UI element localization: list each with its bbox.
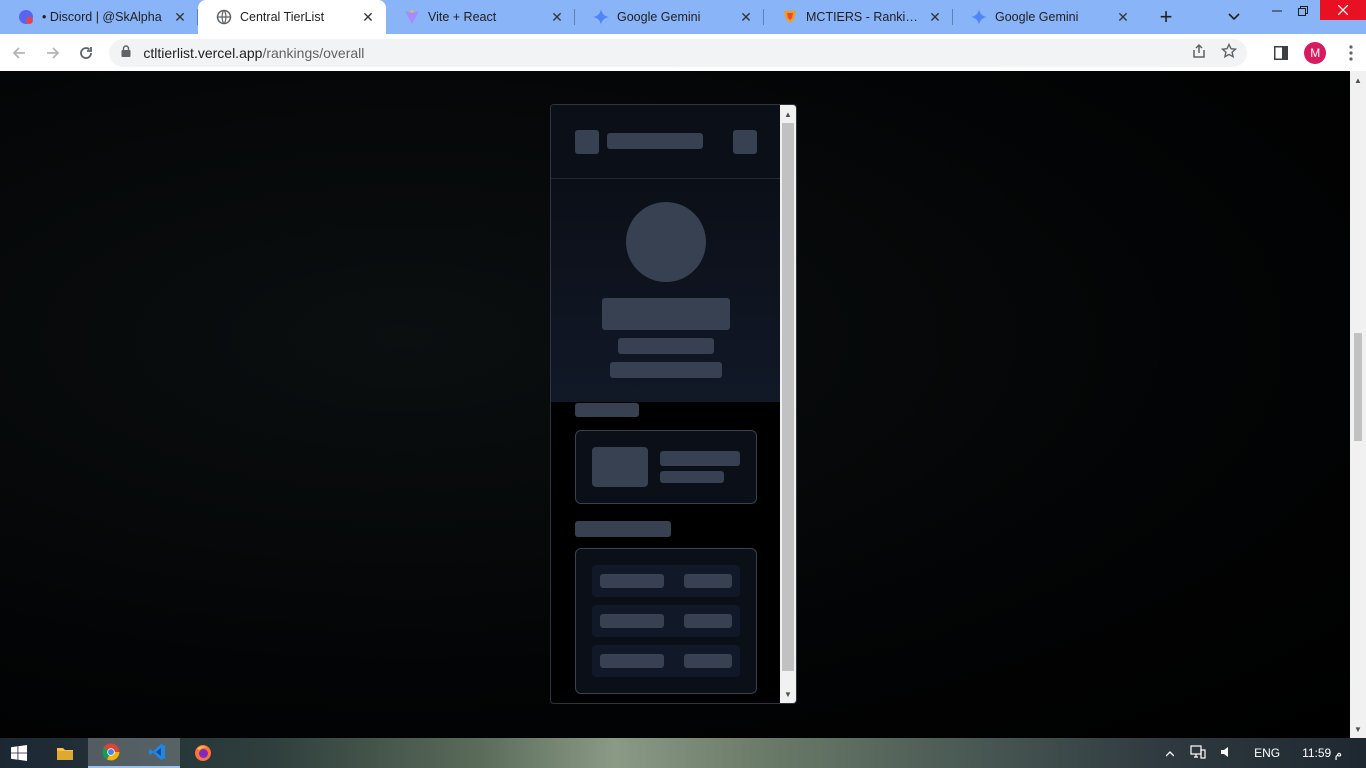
url-host: ctltierlist.vercel.app [143, 44, 263, 61]
share-icon[interactable] [1191, 43, 1207, 63]
address-bar[interactable]: ctltierlist.vercel.app/rankings/overall [109, 38, 1247, 67]
show-hidden-icons-icon[interactable] [1165, 746, 1175, 760]
skeleton-section-label [575, 521, 671, 537]
frame-scrollbar-thumb[interactable] [782, 123, 794, 671]
skeleton-card [575, 430, 757, 504]
skeleton-list-card [575, 548, 757, 694]
skeleton-subtitle [618, 338, 714, 354]
network-icon[interactable] [1190, 744, 1206, 762]
reload-button[interactable] [72, 38, 102, 68]
volume-icon[interactable] [1220, 745, 1234, 762]
vscode-taskbar-icon[interactable] [134, 738, 180, 768]
profile-avatar[interactable]: M [1304, 41, 1327, 64]
tab-title: Central TierList [240, 10, 325, 24]
new-tab-button[interactable]: + [1151, 0, 1181, 34]
close-tab-icon[interactable]: ✕ [172, 9, 188, 26]
back-arrow-icon [12, 46, 25, 59]
page-scrollbar-thumb[interactable] [1354, 333, 1362, 441]
skeleton-thumbnail [592, 447, 648, 487]
page-scrollbar[interactable]: ▲ ▼ [1350, 71, 1366, 738]
gemini-icon [971, 9, 987, 25]
tab-title: Google Gemini [617, 10, 701, 24]
scroll-down-arrow-icon[interactable]: ▼ [780, 687, 796, 701]
skeleton-line [660, 451, 740, 466]
restore-button[interactable] [1290, 0, 1316, 22]
minimize-button[interactable] [1264, 0, 1290, 22]
reload-icon [80, 46, 93, 59]
tab-title: Google Gemini [995, 10, 1079, 24]
discord-icon [18, 9, 34, 25]
firefox-taskbar-icon[interactable] [180, 738, 226, 768]
skeleton-meta [610, 362, 722, 378]
skeleton-header [551, 105, 781, 179]
browser-toolbar: ctltierlist.vercel.app/rankings/overall … [0, 34, 1366, 71]
close-tab-icon[interactable]: ✕ [1115, 9, 1131, 26]
skeleton-avatar [626, 202, 706, 282]
clock[interactable]: 11:59 م [1302, 746, 1342, 760]
close-window-button[interactable] [1320, 0, 1366, 20]
gemini-icon [593, 9, 609, 25]
tab-discord[interactable]: • Discord | @SkAlpha ✕ [0, 0, 198, 34]
skeleton-line [660, 471, 724, 483]
forward-button[interactable] [38, 38, 68, 68]
language-indicator[interactable]: ENG [1254, 746, 1280, 760]
scroll-down-arrow-icon[interactable]: ▼ [1350, 722, 1366, 736]
url-path: /rankings/overall [262, 44, 365, 61]
windows-logo-icon [11, 745, 27, 761]
chrome-taskbar-icon[interactable] [88, 738, 134, 768]
skeleton-row [592, 645, 740, 677]
tab-google-gemini[interactable]: Google Gemini ✕ [575, 0, 764, 34]
tab-title: • Discord | @SkAlpha [42, 10, 162, 24]
close-tab-icon[interactable]: ✕ [738, 9, 754, 26]
tab-strip: • Discord | @SkAlpha ✕ Central TierList … [0, 0, 1366, 34]
forward-arrow-icon [46, 46, 59, 59]
windows-taskbar: ENG 11:59 م [0, 738, 1366, 768]
skeleton-name [602, 298, 730, 330]
skeleton-action-icon [733, 130, 757, 154]
tab-google-gemini-2[interactable]: Google Gemini ✕ [953, 0, 1141, 34]
tab-vite-react[interactable]: Vite + React ✕ [386, 0, 575, 34]
bookmark-star-icon[interactable] [1220, 42, 1237, 63]
globe-icon [216, 9, 232, 25]
page-viewport: ▲ ▼ [0, 71, 1350, 738]
side-panel-icon[interactable] [1267, 38, 1297, 68]
frame-scrollbar[interactable]: ▲ ▼ [780, 105, 796, 703]
menu-kebab-icon[interactable] [1336, 38, 1366, 68]
start-button[interactable] [0, 738, 38, 768]
tab-mctiers-rankings[interactable]: MCTIERS - Rankings ✕ [764, 0, 953, 34]
close-tab-icon[interactable]: ✕ [360, 9, 376, 26]
tab-title: MCTIERS - Rankings [806, 10, 921, 24]
tab-search-icon[interactable] [1214, 0, 1254, 34]
window-controls [1214, 0, 1366, 34]
mctiers-icon [782, 9, 798, 25]
tab-title: Vite + React [428, 10, 497, 24]
lock-icon [121, 45, 135, 60]
scroll-up-arrow-icon[interactable]: ▲ [1350, 73, 1366, 87]
loading-skeleton-frame: ▲ ▼ [550, 104, 797, 704]
vite-icon [404, 9, 420, 25]
close-tab-icon[interactable]: ✕ [927, 9, 943, 26]
close-tab-icon[interactable]: ✕ [549, 9, 565, 26]
skeleton-row [592, 565, 740, 597]
skeleton-menu-icon [575, 130, 599, 154]
system-tray: ENG 11:59 م [1156, 738, 1366, 768]
file-explorer-icon[interactable] [42, 738, 88, 768]
skeleton-title [607, 133, 703, 149]
tab-central-tierlist[interactable]: Central TierList ✕ [198, 0, 386, 34]
skeleton-profile-hero [551, 179, 781, 402]
skeleton-row [592, 605, 740, 637]
scroll-up-arrow-icon[interactable]: ▲ [780, 107, 796, 121]
back-button[interactable] [4, 38, 34, 68]
skeleton-section-label [575, 403, 639, 417]
